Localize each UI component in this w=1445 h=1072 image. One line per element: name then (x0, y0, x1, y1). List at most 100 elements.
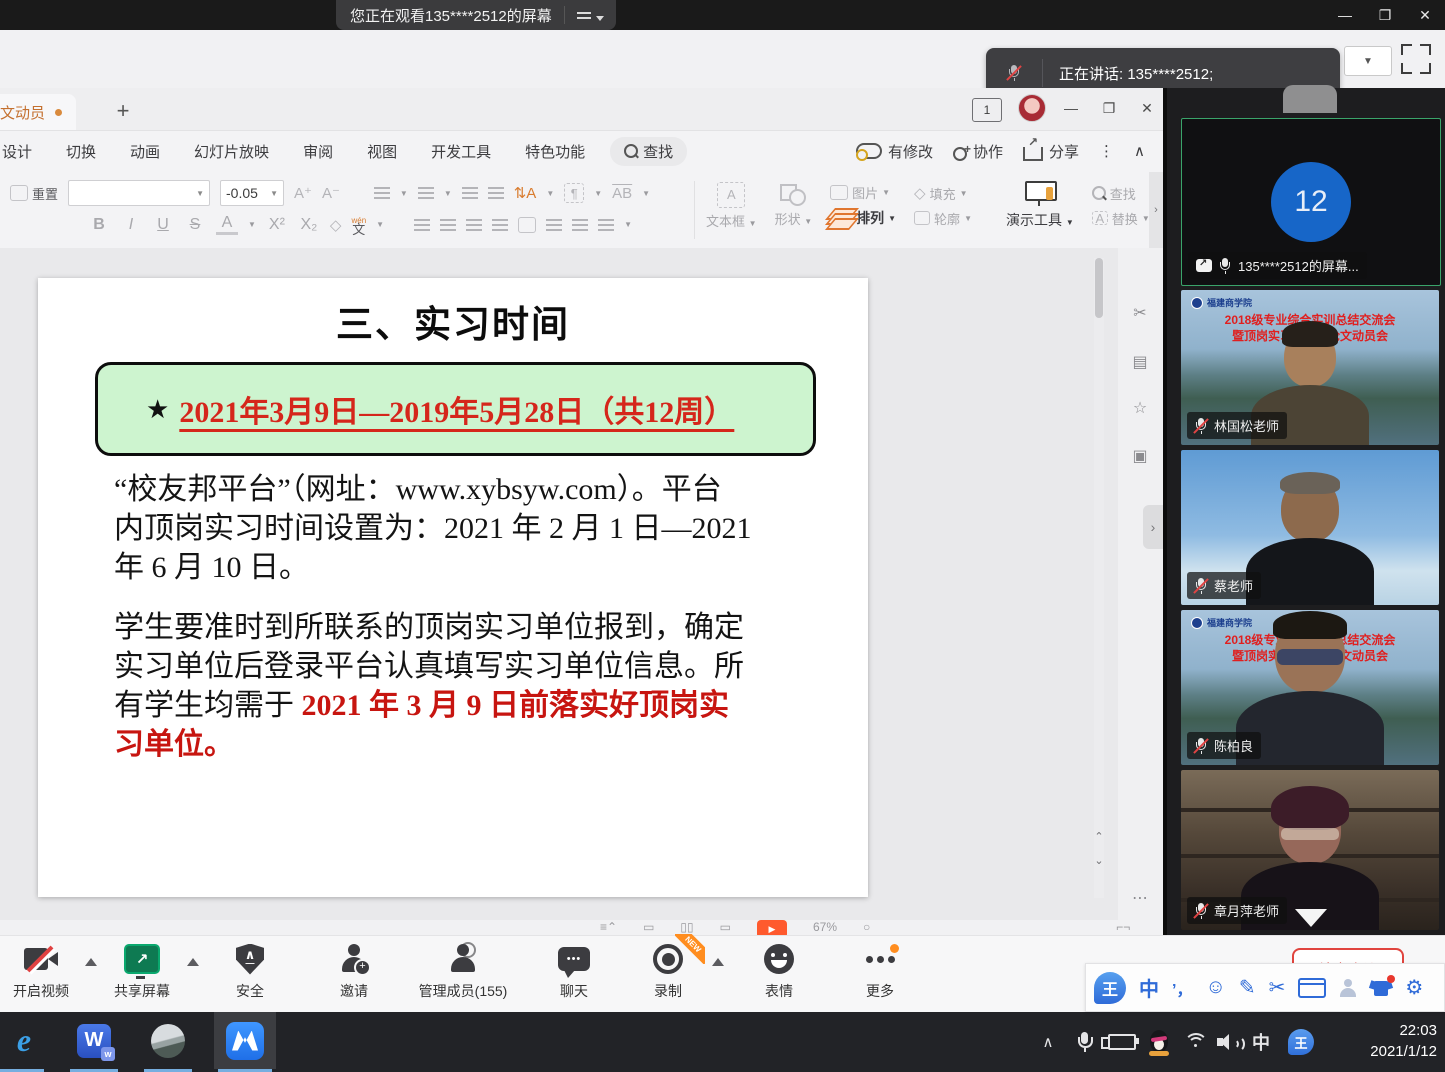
more-tools-icon[interactable]: ⋯ (1130, 888, 1150, 908)
more-button[interactable]: 更多 (844, 942, 916, 1001)
ribbon-tab-view[interactable]: 视图 (350, 141, 414, 162)
textbox-button[interactable]: A 文本框 ▼ (706, 182, 757, 230)
ime-keyboard-icon[interactable] (1298, 978, 1326, 998)
scrollbar-thumb[interactable] (1095, 258, 1103, 318)
slide-scrollbar[interactable] (1094, 258, 1104, 898)
strikethrough-button[interactable]: S (184, 216, 206, 234)
subscript-button[interactable]: X₂ (298, 216, 320, 234)
document-tab[interactable]: 文动员 (0, 94, 76, 130)
participant-tile[interactable]: 福建商学院 2018级专业综合实训总结交流会 暨顶岗实习暨毕业论文动员会 林国松… (1181, 290, 1439, 445)
ime-account-icon[interactable] (1339, 979, 1357, 997)
outline-button[interactable]: 轮廓▼ (914, 209, 972, 228)
tray-wifi-icon[interactable] (1178, 1012, 1212, 1072)
list-settings-icon[interactable] (598, 219, 614, 231)
wps-restore-button[interactable]: ❐ (1094, 94, 1124, 122)
ime-punctuation-toggle[interactable]: ’， (1172, 976, 1192, 1000)
bold-button[interactable]: B (88, 216, 110, 234)
column-icon[interactable] (572, 219, 588, 231)
ime-skin-icon[interactable] (1370, 979, 1392, 997)
decrease-font-button[interactable]: A⁻ (322, 184, 340, 202)
ribbon-tab-slideshow[interactable]: 幻灯片放映 (177, 141, 286, 162)
char-border-icon[interactable]: AB (612, 185, 632, 202)
next-slide-button[interactable]: ⌄ (1090, 854, 1108, 870)
ribbon-find-button[interactable]: 查找 (610, 137, 687, 166)
wps-minimize-button[interactable]: — (1056, 94, 1086, 122)
taskbar-clock[interactable]: 22:03 2021/1/12 (1327, 1020, 1437, 1062)
prev-slide-button[interactable]: ⌃ (1090, 830, 1108, 846)
shapes-button[interactable]: 形状 ▼ (775, 184, 813, 228)
window-close-button[interactable]: ✕ (1405, 0, 1445, 30)
record-button[interactable]: NEW 录制 (628, 942, 708, 1001)
ribbon-find2-button[interactable]: 查找 (1092, 184, 1150, 203)
view-sorter-icon[interactable]: ▯▯ (680, 920, 693, 934)
panel-expand-button[interactable]: › (1143, 505, 1163, 549)
ime-handwriting-button[interactable]: ✎ (1239, 975, 1256, 1000)
share-options-arrow[interactable] (187, 958, 199, 966)
ime-settings-gear-icon[interactable]: ⚙ (1405, 975, 1423, 1000)
chat-button[interactable]: ••• 聊天 (536, 942, 612, 1001)
favorites-tool-icon[interactable]: ☆ (1130, 398, 1150, 418)
fit-slide-icon[interactable]: ⌐¬ (1116, 920, 1130, 934)
present-tools-button[interactable]: 演示工具 ▼ (1006, 181, 1074, 230)
invite-button[interactable]: + 邀请 (312, 942, 396, 1001)
zoom-lens-icon[interactable]: ○ (863, 920, 870, 934)
tray-expand-button[interactable]: ∧ (1030, 1012, 1066, 1072)
notes-tool-icon[interactable]: ▤ (1130, 352, 1150, 372)
taskbar-wps-button[interactable]: Ww (66, 1012, 122, 1069)
ribbon-overflow-button[interactable]: › (1149, 172, 1163, 248)
align-left-icon[interactable] (414, 219, 430, 231)
indent-decrease-icon[interactable] (462, 187, 478, 199)
ime-emoji-button[interactable]: ☺ (1205, 976, 1225, 999)
superscript-button[interactable]: X² (266, 216, 288, 234)
ime-lang-toggle[interactable]: 中 (1139, 973, 1159, 1002)
underline-button[interactable]: U (152, 216, 174, 234)
slideshow-play-button[interactable]: ▶ (757, 920, 787, 935)
wps-close-button[interactable]: ✕ (1132, 94, 1162, 122)
align-center-icon[interactable] (440, 219, 456, 231)
scroll-down-indicator[interactable] (1295, 909, 1327, 927)
security-button[interactable]: ∧— 安全 (212, 942, 288, 1001)
ribbon-tab-devtools[interactable]: 开发工具 (414, 141, 508, 162)
font-size-select[interactable]: -0.05▼ (220, 180, 284, 206)
modified-status[interactable]: 有修改 (856, 141, 933, 162)
increase-font-button[interactable]: A⁺ (294, 184, 312, 202)
line-spacing-icon[interactable] (546, 219, 562, 231)
tray-ime-icon[interactable]: 王 (1284, 1012, 1318, 1072)
fullscreen-button[interactable] (1401, 44, 1431, 74)
ribbon-more-button[interactable]: ⋮ (1099, 142, 1114, 160)
banner-menu-button[interactable] (564, 6, 616, 24)
ribbon-tab-animation[interactable]: 动画 (113, 141, 177, 162)
share-button[interactable]: 分享 (1023, 141, 1079, 162)
panel-icon[interactable]: 1 (972, 98, 1002, 122)
video-options-arrow[interactable] (85, 958, 97, 966)
copy-tool-icon[interactable]: ▣ (1130, 446, 1150, 466)
pinyin-guide-button[interactable]: wén 文 (351, 216, 366, 234)
distribute-icon[interactable] (518, 217, 536, 233)
reset-button[interactable]: 重置 (10, 184, 58, 203)
new-tab-button[interactable]: + (108, 96, 138, 126)
view-normal-icon[interactable]: ≡⌃ (600, 920, 617, 934)
picture-button[interactable]: 图片▼ (830, 183, 896, 202)
share-screen-button[interactable]: ↗ 共享屏幕 (98, 942, 186, 1001)
indent-increase-icon[interactable] (488, 187, 504, 199)
view-read-icon[interactable]: ▭ (720, 920, 731, 934)
tray-battery-icon[interactable] (1102, 1012, 1142, 1072)
ribbon-tab-design[interactable]: 设计 (0, 141, 49, 162)
fill-button[interactable]: ◇ 填充▼ (914, 184, 972, 203)
ribbon-collapse-button[interactable]: ∧ (1134, 142, 1145, 160)
window-maximize-button[interactable]: ❐ (1365, 0, 1405, 30)
reactions-button[interactable]: 表情 (740, 942, 818, 1001)
slide[interactable]: 三、实习时间 ★ 2021年3月9日—2019年5月28日（共12周） “校友邦… (38, 278, 868, 897)
taskbar-browser-button[interactable]: e (0, 1012, 52, 1069)
toggle-video-button[interactable]: 开启视频 (0, 942, 82, 1001)
tray-mic-icon[interactable] (1068, 1012, 1100, 1072)
ribbon-tab-review[interactable]: 审阅 (286, 141, 350, 162)
tray-volume-icon[interactable] (1212, 1012, 1246, 1072)
participant-tile[interactable]: 章月萍老师 (1181, 770, 1439, 930)
font-color-button[interactable]: A (216, 214, 238, 235)
number-list-icon[interactable] (418, 187, 434, 199)
cut-tool-icon[interactable]: ✂ (1130, 303, 1150, 323)
tray-qq-icon[interactable] (1142, 1012, 1176, 1072)
font-family-select[interactable]: ▼ (68, 180, 210, 206)
collaborate-button[interactable]: 协作 (953, 141, 1003, 162)
